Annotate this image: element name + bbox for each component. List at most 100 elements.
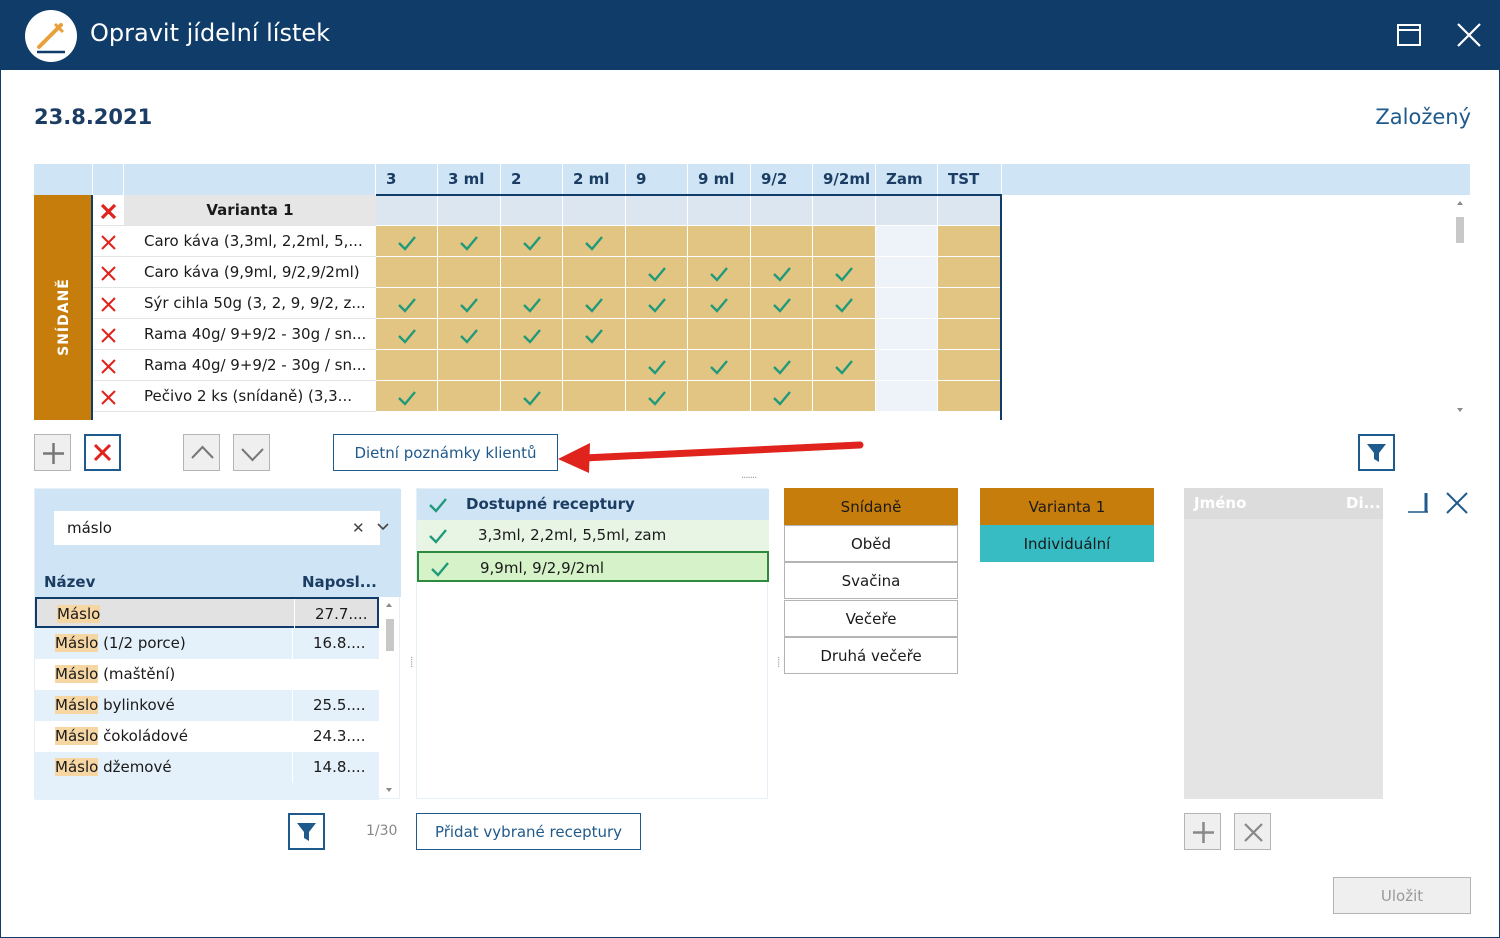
grid-cell[interactable] [376, 350, 438, 381]
grid-column-header[interactable]: Zam [876, 164, 938, 195]
column-header-diet[interactable]: Di... [1346, 494, 1381, 512]
close-panel-icon[interactable] [1444, 490, 1470, 516]
variant-row[interactable]: Varianta 1 [93, 195, 1002, 226]
grid-column-header[interactable]: 9/2 [751, 164, 813, 195]
delete-cell[interactable] [93, 257, 124, 288]
grid-cell[interactable] [751, 319, 813, 350]
grid-scrollbar[interactable] [1452, 195, 1470, 420]
grid-cell[interactable] [501, 288, 563, 319]
chevron-down-icon[interactable] [376, 522, 390, 532]
delete-cell[interactable] [93, 381, 124, 412]
grid-cell[interactable] [563, 381, 626, 412]
grid-cell[interactable] [688, 288, 751, 319]
grid-cell[interactable] [938, 257, 1002, 288]
grid-cell[interactable] [876, 381, 938, 412]
variant-button[interactable]: Individuální [980, 525, 1154, 562]
grid-cell[interactable] [688, 257, 751, 288]
maximize-icon[interactable] [1393, 19, 1425, 51]
grid-cell[interactable] [813, 381, 876, 412]
list-item[interactable]: Máslo 27.7.... [35, 597, 379, 630]
resize-handle-icon[interactable] [1406, 490, 1434, 516]
recipe-option[interactable]: 9,9ml, 9/2,9/2ml [417, 551, 769, 582]
grid-cell[interactable] [876, 350, 938, 381]
recipes-header[interactable]: Dostupné receptury [417, 489, 769, 520]
grid-cell[interactable] [626, 195, 688, 226]
column-header-last-used[interactable]: Naposl... [302, 573, 377, 591]
grid-cell[interactable] [438, 226, 501, 257]
grid-cell[interactable] [813, 257, 876, 288]
grid-column-header[interactable]: 9/2ml [813, 164, 876, 195]
add-row-button[interactable] [34, 434, 71, 471]
list-item[interactable]: Máslo (1/2 porce) 16.8.... [35, 628, 379, 659]
delete-cell[interactable] [93, 226, 124, 257]
grid-cell[interactable] [876, 288, 938, 319]
grid-cell[interactable] [938, 195, 1002, 226]
grid-cell[interactable] [688, 226, 751, 257]
grid-cell[interactable] [501, 226, 563, 257]
grid-cell[interactable] [813, 288, 876, 319]
grid-cell[interactable] [813, 350, 876, 381]
meal-button[interactable]: Snídaně [784, 488, 958, 525]
list-item[interactable]: Máslo džemové 14.8.... [35, 752, 379, 783]
grid-cell[interactable] [876, 226, 938, 257]
grid-cell[interactable] [938, 226, 1002, 257]
variant-button[interactable]: Varianta 1 [980, 488, 1154, 525]
scroll-down-icon[interactable] [1457, 408, 1463, 412]
grid-cell[interactable] [626, 257, 688, 288]
list-item[interactable]: Máslo (maštění) [35, 659, 379, 690]
splitter-handle[interactable]: ····· [772, 656, 783, 667]
grid-cell[interactable] [876, 257, 938, 288]
delete-cell[interactable] [93, 319, 124, 350]
grid-cell[interactable] [376, 288, 438, 319]
food-filter-button[interactable] [288, 813, 325, 850]
grid-cell[interactable] [938, 319, 1002, 350]
scrollbar-thumb[interactable] [386, 619, 394, 651]
grid-cell[interactable] [438, 319, 501, 350]
grid-cell[interactable] [501, 381, 563, 412]
column-header-client-name[interactable]: Jméno [1194, 494, 1246, 512]
grid-cell[interactable] [438, 288, 501, 319]
grid-cell[interactable] [688, 319, 751, 350]
grid-cell[interactable] [501, 350, 563, 381]
grid-cell[interactable] [751, 381, 813, 412]
column-header-name[interactable]: Název [44, 573, 95, 591]
grid-cell[interactable] [938, 381, 1002, 412]
scroll-up-icon[interactable] [1457, 201, 1463, 205]
meal-button[interactable]: Večeře [784, 600, 958, 637]
add-client-button[interactable] [1184, 813, 1221, 850]
scroll-down-icon[interactable] [386, 788, 392, 792]
grid-cell[interactable] [438, 257, 501, 288]
grid-cell[interactable] [563, 226, 626, 257]
recipe-option[interactable]: 3,3ml, 2,2ml, 5,5ml, zam [417, 520, 769, 551]
search-input[interactable]: máslo ✕ [54, 511, 389, 545]
grid-cell[interactable] [938, 288, 1002, 319]
remove-client-button[interactable] [1234, 813, 1271, 850]
grid-cell[interactable] [751, 226, 813, 257]
delete-cell[interactable] [93, 350, 124, 381]
grid-cell[interactable] [813, 226, 876, 257]
grid-cell[interactable] [376, 319, 438, 350]
save-button[interactable]: Uložit [1333, 877, 1471, 914]
grid-cell[interactable] [563, 257, 626, 288]
grid-column-header[interactable]: 9 ml [688, 164, 751, 195]
list-item[interactable] [35, 783, 379, 800]
grid-cell[interactable] [376, 195, 438, 226]
recipe-row[interactable]: Sýr cihla 50g (3, 2, 9, 9/2, z... [93, 288, 1002, 319]
grid-cell[interactable] [876, 195, 938, 226]
grid-cell[interactable] [438, 195, 501, 226]
meal-button[interactable]: Druhá večeře [784, 637, 958, 674]
grid-column-header[interactable]: 2 [501, 164, 563, 195]
grid-cell[interactable] [438, 381, 501, 412]
grid-cell[interactable] [751, 350, 813, 381]
recipe-row[interactable]: Rama 40g/ 9+9/2 - 30g / sn... [93, 319, 1002, 350]
recipe-row[interactable]: Caro káva (9,9ml, 9/2,9/2ml) [93, 257, 1002, 288]
scroll-up-icon[interactable] [386, 603, 392, 607]
grid-cell[interactable] [688, 381, 751, 412]
grid-column-header[interactable]: 2 ml [563, 164, 626, 195]
grid-column-header[interactable]: 3 [376, 164, 438, 195]
food-list-scrollbar[interactable] [381, 597, 399, 800]
grid-cell[interactable] [751, 288, 813, 319]
diet-notes-button[interactable]: Dietní poznámky klientů [333, 434, 558, 471]
grid-cell[interactable] [813, 319, 876, 350]
recipe-row[interactable]: Pečivo 2 ks (snídaně) (3,3... [93, 381, 1002, 412]
